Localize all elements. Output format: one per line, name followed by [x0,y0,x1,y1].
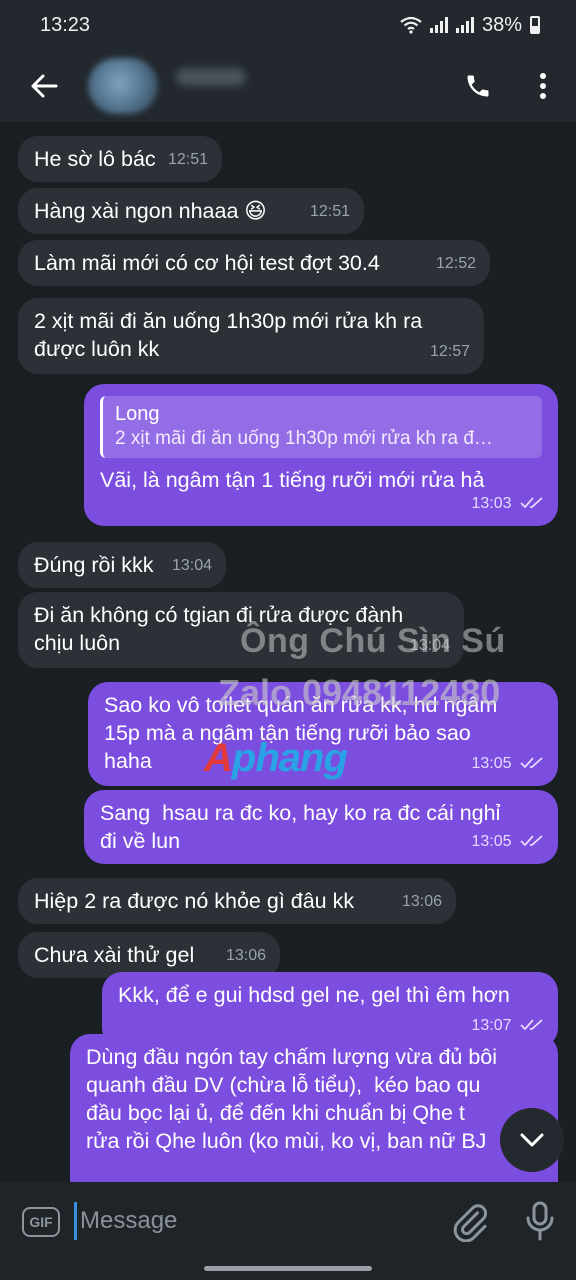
message-incoming[interactable]: Đúng rồi kkk 13:04 [18,542,226,588]
more-vert-icon [540,73,546,99]
message-text: Làm mãi mới có cơ hội test đợt 30.4 [34,251,380,275]
message-time: 13:06 [401,893,442,910]
battery-percent: 38% [481,13,522,36]
more-options-button[interactable] [528,64,558,108]
signal-2-icon [455,17,474,33]
message-time: 13:05 [472,750,545,778]
message-incoming[interactable]: 2 xịt mãi đi ăn uống 1h30p mới rửa kh ra… [18,298,484,374]
scroll-to-bottom-button[interactable] [500,1108,564,1172]
quote-text: 2 xịt mãi đi ăn uống 1h30p mới rửa kh ra… [115,428,493,449]
back-button[interactable] [22,64,66,108]
call-button[interactable] [456,64,500,108]
message-text: Đúng rồi kkk [34,553,154,577]
message-outgoing[interactable]: Dùng đầu ngón tay chấm lượng vừa đủ bôi … [70,1034,558,1182]
status-bar: 13:23 38% [0,0,576,50]
message-time: 13:06 [225,947,266,964]
message-input[interactable] [80,1200,440,1242]
message-text: Kkk, để e gui hdsd gel ne, gel thì êm hơ… [118,983,510,1007]
wifi-icon [400,16,422,34]
message-text: Hàng xài ngon nhaaa 😆 [34,199,267,223]
watermark-phone: Zalo 0948112480 [218,672,501,713]
message-time: 12:52 [435,255,476,272]
contact-avatar[interactable] [88,58,158,114]
message-time: 12:51 [167,151,208,168]
double-check-icon [520,497,543,509]
message-incoming[interactable]: Hàng xài ngon nhaaa 😆 12:51 [18,188,364,234]
message-outgoing[interactable]: Long 2 xịt mãi đi ăn uống 1h30p mới rửa … [84,384,558,526]
message-time: 12:57 [429,343,470,360]
message-incoming[interactable]: Làm mãi mới có cơ hội test đợt 30.4 12:5… [18,240,490,286]
double-check-icon [520,757,543,769]
text-cursor [74,1202,77,1240]
message-text: Dùng đầu ngón tay chấm lượng vừa đủ bôi … [86,1045,498,1153]
message-time: 13:04 [171,557,212,574]
message-text: Sang hsau ra đc ko, hay ko ra đc cái ngh… [100,801,501,853]
signal-1-icon [429,17,448,33]
phone-icon [467,75,489,97]
chat-area[interactable]: He sờ lô bác 12:51 Hàng xài ngon nhaaa 😆… [0,122,576,1182]
message-text: He sờ lô bác [34,147,156,171]
chat-header [0,50,576,122]
home-indicator [204,1266,372,1271]
message-incoming[interactable]: He sờ lô bác 12:51 [18,136,222,182]
message-time: 13:03 [472,490,545,518]
contact-name-blurred[interactable] [176,68,246,86]
message-incoming[interactable]: Hiệp 2 ra được nó khỏe gì đâu kk 13:06 [18,878,456,924]
message-time: 13:05 [472,828,545,856]
message-outgoing[interactable]: Sang hsau ra đc ko, hay ko ra đc cái ngh… [84,790,558,864]
quote-author: Long [115,403,160,425]
double-check-icon [520,1019,543,1031]
chevron-down-icon [520,1133,544,1147]
status-time: 13:23 [40,13,91,36]
message-text: Hiệp 2 ra được nó khỏe gì đâu kk [34,889,355,913]
double-check-icon [520,835,543,847]
battery-icon [530,16,540,34]
status-icons: 38% [400,14,540,37]
message-time: 12:51 [309,203,350,220]
message-text: 2 xịt mãi đi ăn uống 1h30p mới rửa kh ra… [34,309,423,361]
message-text: Vãi, là ngâm tận 1 tiếng rưỡi mới rửa hả [100,468,485,492]
watermark-logo: Aphang [204,736,348,780]
attach-button[interactable] [450,1202,490,1243]
gif-button[interactable]: GIF [22,1207,60,1237]
microphone-icon [526,1201,554,1241]
message-text: Chưa xài thử gel [34,943,195,967]
watermark-name: Ông Chú Sìn Sú [240,622,506,660]
microphone-button[interactable] [522,1200,558,1242]
paperclip-icon [453,1204,488,1243]
message-composer: GIF [0,1182,576,1280]
reply-quote[interactable]: Long 2 xịt mãi đi ăn uống 1h30p mới rửa … [100,396,542,458]
arrow-left-icon [31,74,58,98]
